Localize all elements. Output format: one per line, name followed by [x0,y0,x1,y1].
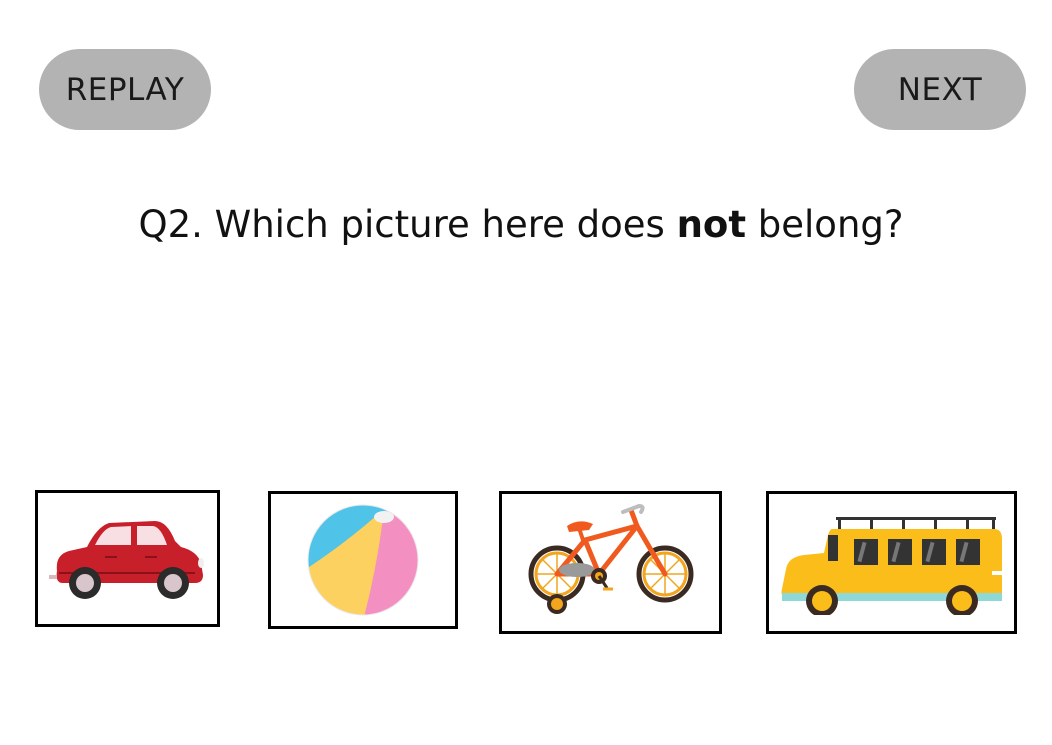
question-prefix: Q2. Which picture here does [138,203,677,246]
question-emphasis: not [676,203,747,246]
replay-button-label: REPLAY [65,71,185,108]
beach-ball-icon [307,504,419,616]
car-icon [49,521,204,599]
next-button-label: NEXT [897,71,983,108]
bicycle-icon [528,503,693,614]
replay-button[interactable]: REPLAY [39,49,211,130]
question-text: Q2. Which picture here does not belong? [0,203,1042,246]
bus-icon [781,516,1002,615]
next-button[interactable]: NEXT [854,49,1026,130]
option-bike-card[interactable] [499,491,722,634]
option-bus-card[interactable] [766,491,1017,634]
option-ball-card[interactable] [268,491,458,629]
option-car-card[interactable] [35,490,220,627]
question-suffix: belong? [746,203,904,246]
